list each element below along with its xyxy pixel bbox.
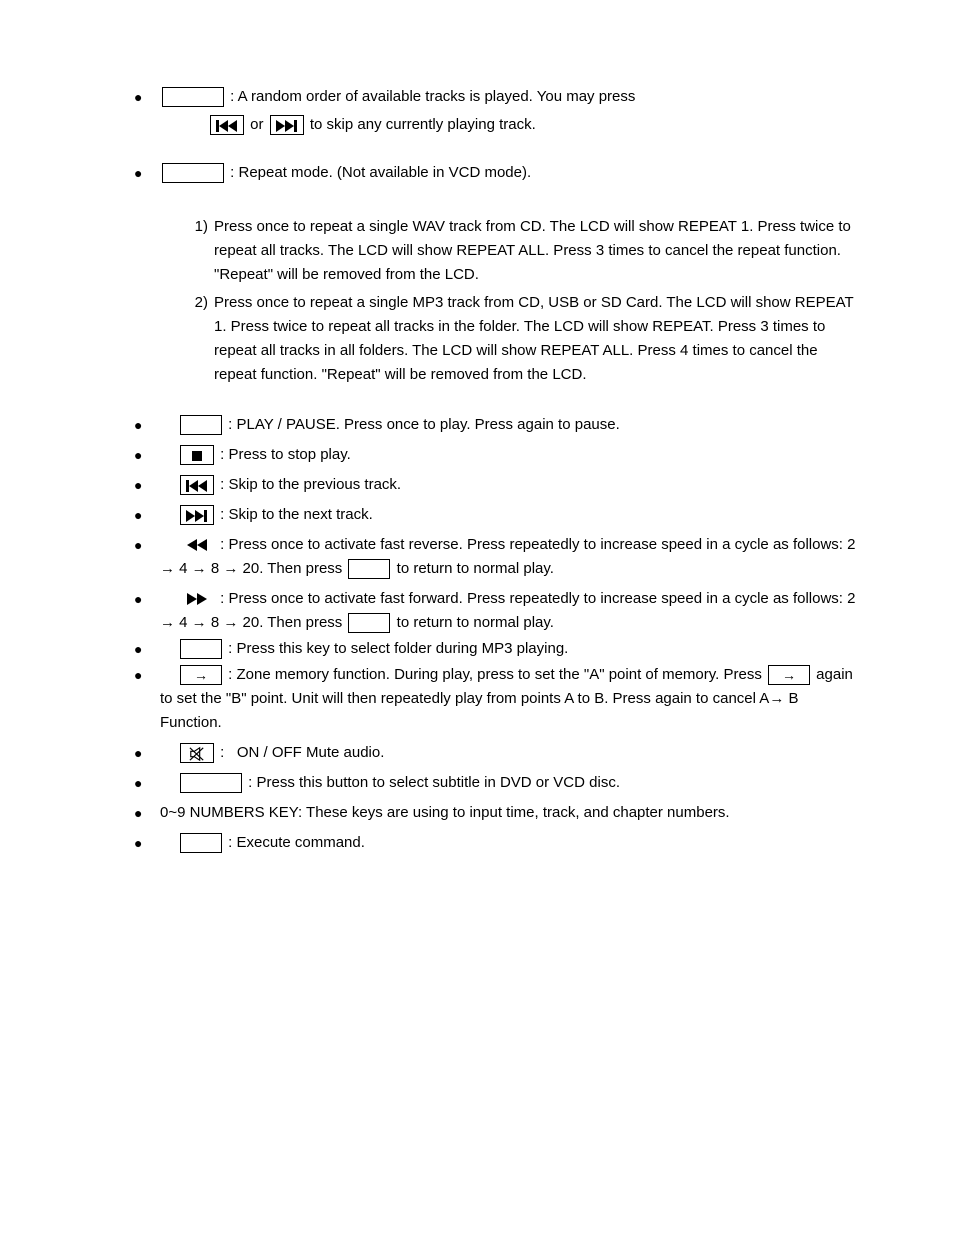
ff-text-b: to return to normal play. xyxy=(397,614,554,631)
subtitle-button[interactable] xyxy=(180,773,242,793)
arrow-right-icon: → xyxy=(192,666,210,684)
item-zone: → : Zone memory function. During play, p… xyxy=(130,663,859,735)
item-numbers: 0~9 NUMBERS KEY: These keys are using to… xyxy=(130,801,859,825)
repeat-n1-text: Press once to repeat a single WAV track … xyxy=(214,215,859,287)
rew-text-b: to return to normal play. xyxy=(397,560,554,577)
item-stop: : Press to stop play. xyxy=(130,443,859,467)
zone-text-a: : Zone memory function. During play, pre… xyxy=(228,666,762,683)
mute-text: : ON / OFF Mute audio. xyxy=(220,744,384,761)
item-subtitle: : Press this button to select subtitle i… xyxy=(130,771,859,795)
prev-text: : Skip to the previous track. xyxy=(220,476,401,493)
arrow-right-icon: → xyxy=(780,666,798,684)
stop-text: : Press to stop play. xyxy=(220,446,351,463)
play-text: : PLAY / PAUSE. Press once to play. Pres… xyxy=(228,416,620,433)
numbers-text: 0~9 NUMBERS KEY: These keys are using to… xyxy=(160,804,730,821)
folder-text: : Press this key to select folder during… xyxy=(228,640,568,657)
play-button-inline-2[interactable] xyxy=(348,613,390,633)
next-track-button[interactable] xyxy=(180,505,214,525)
next-text: : Skip to the next track. xyxy=(220,506,373,523)
repeat-text: : Repeat mode. (Not available in VCD mod… xyxy=(230,164,531,181)
num-1: 1) xyxy=(184,215,214,287)
enter-text: : Execute command. xyxy=(228,834,365,851)
enter-button[interactable] xyxy=(180,833,222,853)
skip-prev-button[interactable] xyxy=(210,115,244,135)
item-play: : PLAY / PAUSE. Press once to play. Pres… xyxy=(130,413,859,437)
repeat-button[interactable] xyxy=(162,163,224,183)
prev-track-button[interactable] xyxy=(180,475,214,495)
fast-forward-icon xyxy=(180,589,214,609)
play-pause-button[interactable] xyxy=(180,415,222,435)
fast-reverse-icon xyxy=(180,535,214,555)
random-text1: : A random order of available tracks is … xyxy=(230,88,635,105)
subtitle-text: : Press this button to select subtitle i… xyxy=(248,774,620,791)
item-enter: : Execute command. xyxy=(130,831,859,855)
random-text2: to skip any currently playing track. xyxy=(310,116,536,133)
folder-button[interactable] xyxy=(180,639,222,659)
num-2: 2) xyxy=(184,291,214,387)
zone-ab-button-2[interactable]: → xyxy=(768,665,810,685)
play-button-inline-1[interactable] xyxy=(348,559,390,579)
skip-next-button[interactable] xyxy=(270,115,304,135)
item-next: : Skip to the next track. xyxy=(130,503,859,527)
random-button[interactable] xyxy=(162,87,224,107)
mute-button[interactable] xyxy=(180,743,214,763)
item-prev: : Skip to the previous track. xyxy=(130,473,859,497)
stop-button[interactable] xyxy=(180,445,214,465)
text-or: or xyxy=(250,116,263,133)
zone-ab-button[interactable]: → xyxy=(180,665,222,685)
repeat-n2-text: Press once to repeat a single MP3 track … xyxy=(214,291,859,387)
item-mute: : ON / OFF Mute audio. xyxy=(130,741,859,765)
item-ff: : Press once to activate fast forward. P… xyxy=(130,587,859,635)
item-repeat: : Repeat mode. (Not available in VCD mod… xyxy=(130,161,859,387)
item-rew: : Press once to activate fast reverse. P… xyxy=(130,533,859,581)
item-random: : A random order of available tracks is … xyxy=(130,85,859,137)
repeat-sublist: 1) Press once to repeat a single WAV tra… xyxy=(184,215,859,387)
item-folder: : Press this key to select folder during… xyxy=(130,637,859,661)
